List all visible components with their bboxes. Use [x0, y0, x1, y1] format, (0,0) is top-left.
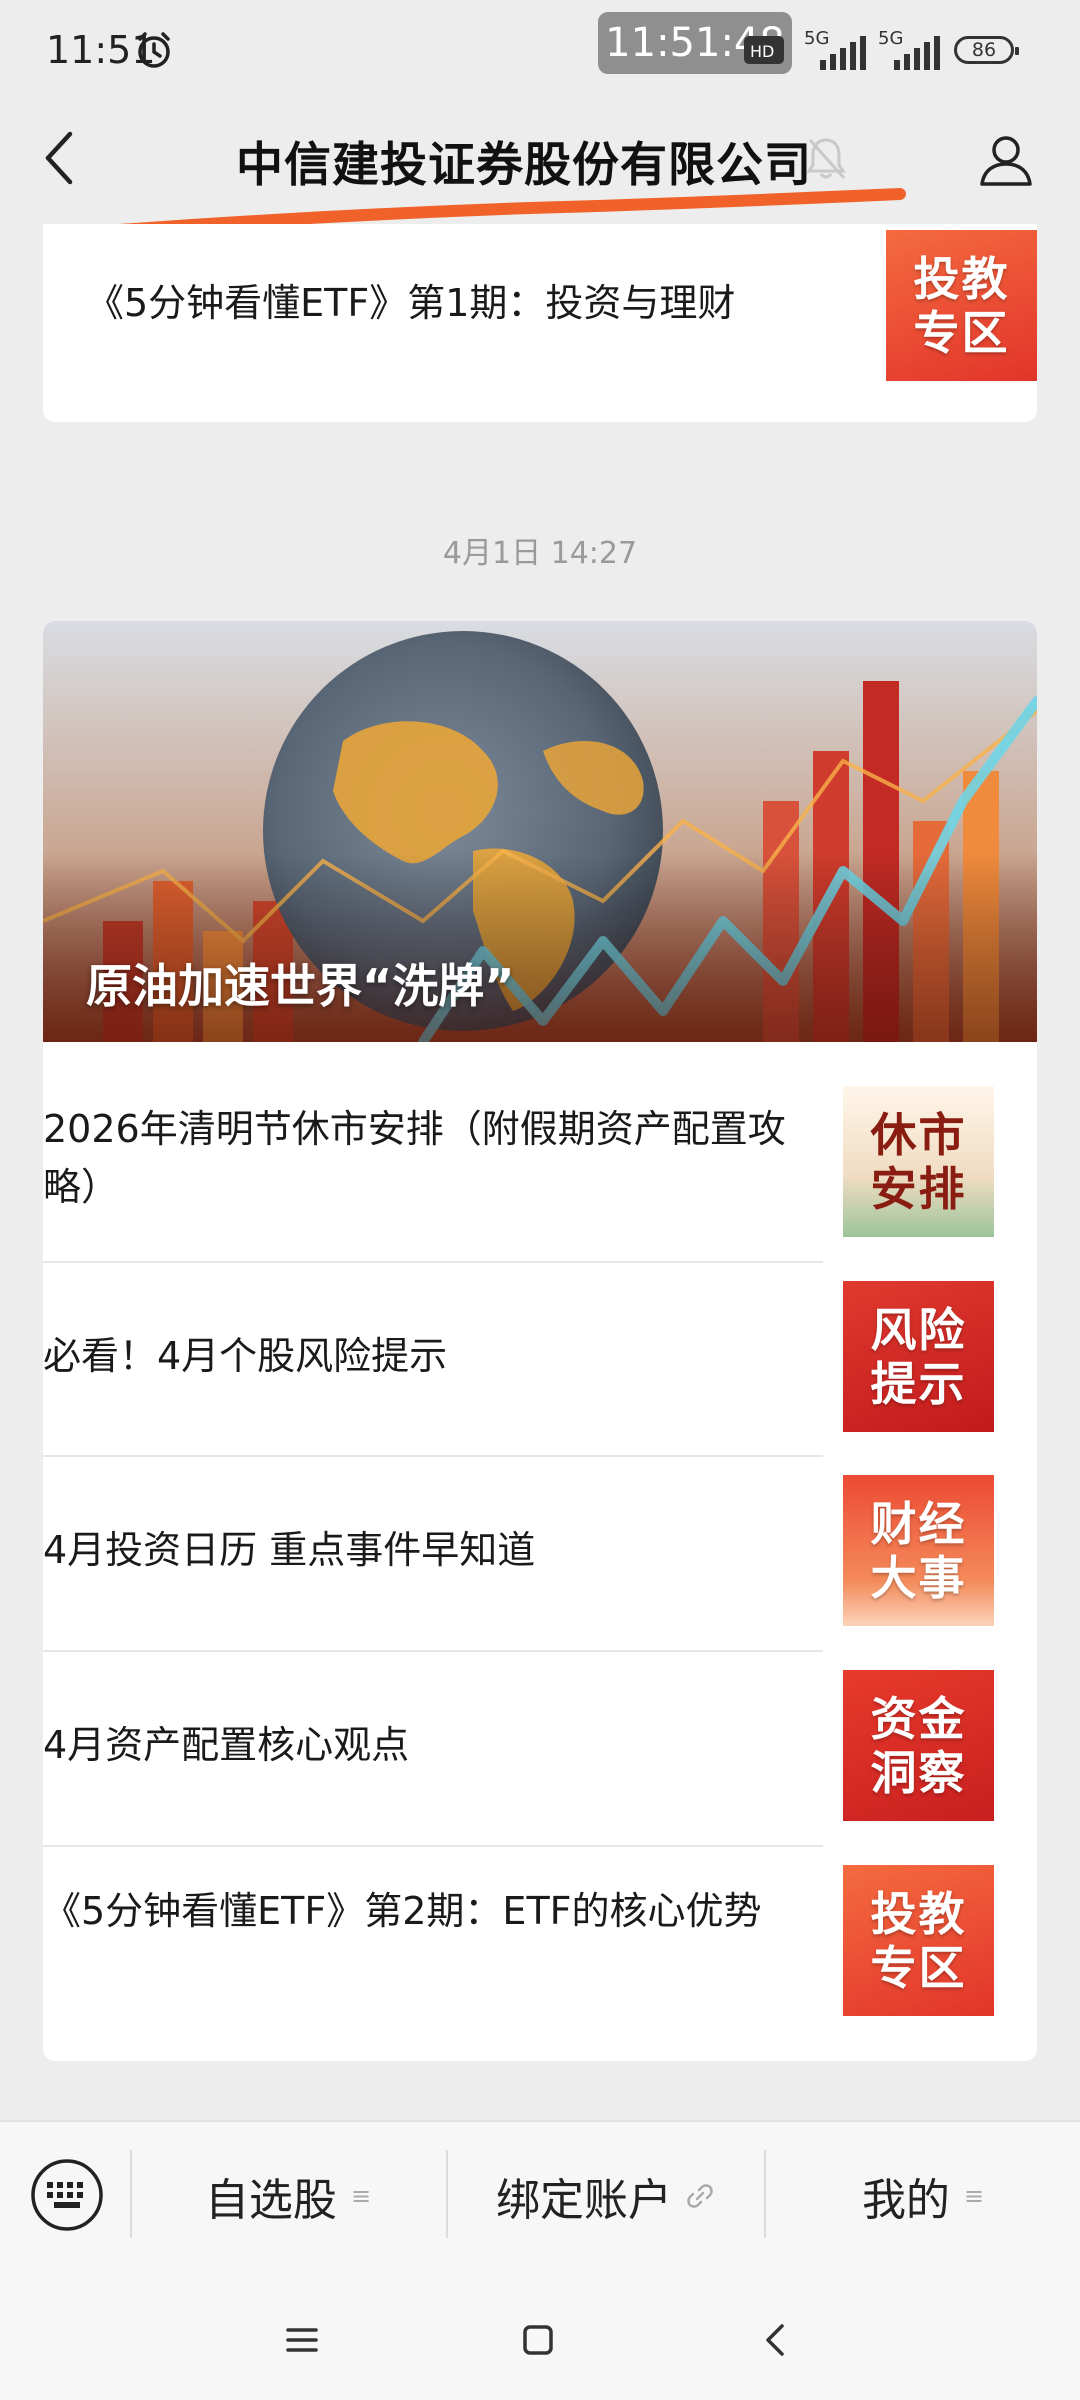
- list-icon: ≡: [350, 2182, 372, 2210]
- article-title[interactable]: 《5分钟看懂ETF》第2期：ETF的核心优势: [43, 1882, 823, 1940]
- keyboard-toggle-button[interactable]: [30, 2158, 104, 2232]
- article-thumbnail[interactable]: 投教 专区: [886, 230, 1037, 381]
- thumbnail-label: 休市 安排: [870, 1107, 967, 1216]
- alarm-icon: [138, 32, 170, 68]
- article-thumbnail[interactable]: 风险 提示: [843, 1281, 994, 1432]
- divider: [43, 1455, 823, 1457]
- article-title[interactable]: 4月资产配置核心观点: [43, 1716, 823, 1774]
- link-icon: [687, 2184, 713, 2208]
- article-thumbnail[interactable]: 财经 大事: [843, 1475, 994, 1626]
- article-thumbnail[interactable]: 资金 洞察: [843, 1670, 994, 1821]
- menu-item-label: 绑定账户: [496, 2175, 672, 2226]
- article-title[interactable]: 4月投资日历 重点事件早知道: [43, 1521, 823, 1579]
- message-timestamp: 4月1日 14:27: [442, 536, 638, 571]
- system-back-button[interactable]: [746, 2310, 806, 2370]
- status-bar: 11:51 11:51:48 HD 5G 5G 86: [0, 0, 1080, 100]
- home-button[interactable]: [508, 2310, 568, 2370]
- menu-item-mine[interactable]: 我的 ≡: [766, 2160, 1080, 2232]
- article-thumbnail[interactable]: 休市 安排: [843, 1086, 994, 1237]
- article-title[interactable]: 2026年清明节休市安排（附假期资产配置攻略）: [43, 1100, 823, 1216]
- divider: [43, 1261, 823, 1263]
- thumbnail-label: 财经 大事: [870, 1496, 967, 1605]
- divider: [43, 1650, 823, 1652]
- menu-item-bind-account[interactable]: 绑定账户: [448, 2160, 762, 2232]
- thumbnail-label: 风险 提示: [870, 1302, 967, 1411]
- article-title[interactable]: 《5分钟看懂ETF》第1期：投资与理财: [86, 274, 866, 332]
- profile-button[interactable]: [978, 132, 1034, 188]
- thumbnail-label: 投教 专区: [870, 1886, 967, 1995]
- article-title[interactable]: 必看！4月个股风险提示: [43, 1327, 823, 1385]
- menu-item-label: 自选股: [204, 2175, 337, 2226]
- menu-item-watchlist[interactable]: 自选股 ≡: [132, 2160, 444, 2232]
- signal-2-icon: 5G: [874, 28, 944, 72]
- list-icon: ≡: [963, 2182, 985, 2210]
- back-button[interactable]: [40, 128, 80, 188]
- article-card-top: 《5分钟看懂ETF》第1期：投资与理财 投教 专区: [43, 224, 1037, 422]
- svg-text:HD: HD: [750, 42, 774, 61]
- thumbnail-label: 资金 洞察: [870, 1691, 967, 1800]
- thumbnail-label: 投教 专区: [913, 251, 1010, 360]
- recent-apps-button[interactable]: [272, 2310, 332, 2370]
- bell-muted-icon: [806, 138, 846, 180]
- signal-1-icon: 5G: [800, 28, 870, 72]
- article-thumbnail[interactable]: 投教 专区: [843, 1865, 994, 2016]
- menu-item-label: 我的: [861, 2175, 950, 2226]
- hero-title[interactable]: 原油加速世界“洗牌”: [86, 950, 514, 1016]
- divider: [43, 1845, 823, 1847]
- battery-indicator: 86: [954, 36, 1019, 64]
- hd-voice-icon: HD: [744, 36, 784, 64]
